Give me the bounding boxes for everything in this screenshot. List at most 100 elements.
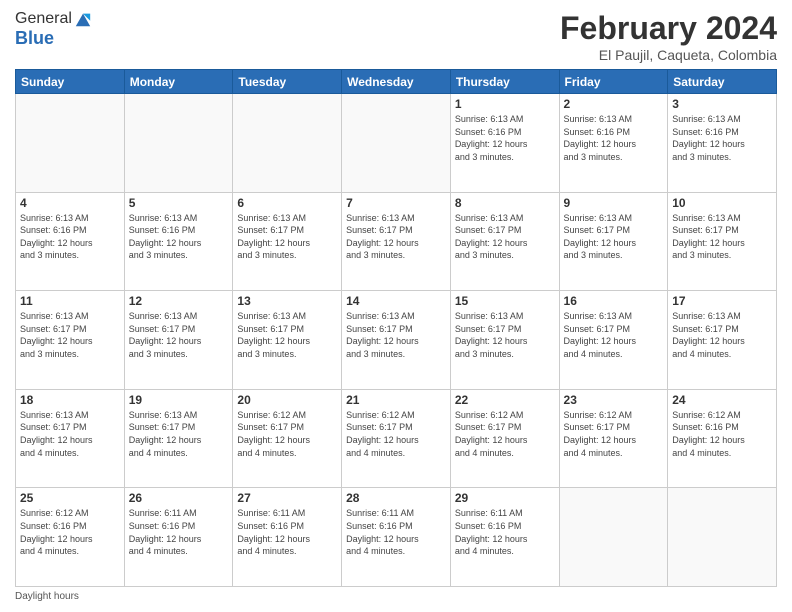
day-number: 7 — [346, 196, 446, 210]
calendar-header-row: SundayMondayTuesdayWednesdayThursdayFrid… — [16, 70, 777, 94]
calendar-cell — [16, 94, 125, 193]
calendar-table: SundayMondayTuesdayWednesdayThursdayFrid… — [15, 69, 777, 587]
day-info: Sunrise: 6:12 AM Sunset: 6:17 PM Dayligh… — [237, 409, 337, 459]
day-number: 15 — [455, 294, 555, 308]
calendar-day-header: Thursday — [450, 70, 559, 94]
calendar-cell: 13Sunrise: 6:13 AM Sunset: 6:17 PM Dayli… — [233, 291, 342, 390]
main-title: February 2024 — [560, 10, 777, 47]
day-number: 10 — [672, 196, 772, 210]
calendar-cell: 29Sunrise: 6:11 AM Sunset: 6:16 PM Dayli… — [450, 488, 559, 587]
day-number: 26 — [129, 491, 229, 505]
day-number: 8 — [455, 196, 555, 210]
calendar-week-row: 4 Sunrise: 6:13 AM Sunset: 6:16 PM Daylig… — [16, 192, 777, 291]
day-number: 5 — [129, 196, 229, 210]
day-info: Sunrise: 6:13 AM Sunset: 6:16 PM Dayligh… — [129, 212, 229, 262]
day-number: 28 — [346, 491, 446, 505]
logo-general-text: General — [15, 10, 72, 28]
calendar-cell: 16 Sunrise: 6:13 AM Sunset: 6:17 PM Dayli… — [559, 291, 668, 390]
calendar-cell: 4 Sunrise: 6:13 AM Sunset: 6:16 PM Daylig… — [16, 192, 125, 291]
calendar-cell: 21Sunrise: 6:12 AM Sunset: 6:17 PM Dayli… — [342, 389, 451, 488]
calendar-cell: 15 Sunrise: 6:13 AM Sunset: 6:17 PM Dayli… — [450, 291, 559, 390]
calendar-day-header: Tuesday — [233, 70, 342, 94]
day-info: Sunrise: 6:13 AM Sunset: 6:16 PM Dayligh… — [20, 212, 120, 262]
day-info: Sunrise: 6:12 AM Sunset: 6:16 PM Dayligh… — [672, 409, 772, 459]
title-block: February 2024 El Paujil, Caqueta, Colomb… — [560, 10, 777, 63]
calendar-cell: 7 Sunrise: 6:13 AM Sunset: 6:17 PM Daylig… — [342, 192, 451, 291]
day-info: Sunrise: 6:13 AM Sunset: 6:17 PM Dayligh… — [346, 212, 446, 262]
day-number: 11 — [20, 294, 120, 308]
day-number: 22 — [455, 393, 555, 407]
calendar-cell: 12 Sunrise: 6:13 AM Sunset: 6:17 PM Dayli… — [124, 291, 233, 390]
day-number: 18 — [20, 393, 120, 407]
calendar-day-header: Saturday — [668, 70, 777, 94]
page: General Blue February 2024 El Paujil, Ca… — [0, 0, 792, 612]
day-info: Sunrise: 6:11 AM Sunset: 6:16 PM Dayligh… — [129, 507, 229, 557]
calendar-cell — [668, 488, 777, 587]
day-number: 25 — [20, 491, 120, 505]
day-number: 23 — [564, 393, 664, 407]
day-number: 16 — [564, 294, 664, 308]
calendar-day-header: Wednesday — [342, 70, 451, 94]
calendar-day-header: Monday — [124, 70, 233, 94]
day-info: Sunrise: 6:13 AM Sunset: 6:17 PM Dayligh… — [672, 212, 772, 262]
day-number: 19 — [129, 393, 229, 407]
calendar-day-header: Sunday — [16, 70, 125, 94]
day-info: Sunrise: 6:13 AM Sunset: 6:17 PM Dayligh… — [20, 310, 120, 360]
calendar-cell — [124, 94, 233, 193]
day-number: 9 — [564, 196, 664, 210]
logo: General Blue — [15, 10, 92, 49]
day-info: Sunrise: 6:13 AM Sunset: 6:17 PM Dayligh… — [455, 212, 555, 262]
calendar-cell: 3Sunrise: 6:13 AM Sunset: 6:16 PM Daylig… — [668, 94, 777, 193]
day-number: 14 — [346, 294, 446, 308]
day-number: 24 — [672, 393, 772, 407]
day-number: 2 — [564, 97, 664, 111]
calendar-cell: 11 Sunrise: 6:13 AM Sunset: 6:17 PM Dayli… — [16, 291, 125, 390]
calendar-cell: 18 Sunrise: 6:13 AM Sunset: 6:17 PM Dayli… — [16, 389, 125, 488]
subtitle: El Paujil, Caqueta, Colombia — [560, 47, 777, 63]
calendar-day-header: Friday — [559, 70, 668, 94]
calendar-cell: 23 Sunrise: 6:12 AM Sunset: 6:17 PM Dayli… — [559, 389, 668, 488]
calendar-cell: 22 Sunrise: 6:12 AM Sunset: 6:17 PM Dayli… — [450, 389, 559, 488]
day-info: Sunrise: 6:13 AM Sunset: 6:17 PM Dayligh… — [564, 212, 664, 262]
day-number: 6 — [237, 196, 337, 210]
calendar-week-row: 25 Sunrise: 6:12 AM Sunset: 6:16 PM Dayli… — [16, 488, 777, 587]
calendar-cell: 14Sunrise: 6:13 AM Sunset: 6:17 PM Dayli… — [342, 291, 451, 390]
day-info: Sunrise: 6:13 AM Sunset: 6:17 PM Dayligh… — [237, 212, 337, 262]
day-info: Sunrise: 6:13 AM Sunset: 6:17 PM Dayligh… — [455, 310, 555, 360]
calendar-cell — [233, 94, 342, 193]
calendar-cell: 17 Sunrise: 6:13 AM Sunset: 6:17 PM Dayli… — [668, 291, 777, 390]
calendar-cell: 24 Sunrise: 6:12 AM Sunset: 6:16 PM Dayli… — [668, 389, 777, 488]
day-number: 27 — [237, 491, 337, 505]
day-number: 12 — [129, 294, 229, 308]
calendar-cell — [559, 488, 668, 587]
calendar-cell: 19 Sunrise: 6:13 AM Sunset: 6:17 PM Dayli… — [124, 389, 233, 488]
day-number: 17 — [672, 294, 772, 308]
calendar-week-row: 11 Sunrise: 6:13 AM Sunset: 6:17 PM Dayli… — [16, 291, 777, 390]
calendar-cell: 25 Sunrise: 6:12 AM Sunset: 6:16 PM Dayli… — [16, 488, 125, 587]
calendar-week-row: 18 Sunrise: 6:13 AM Sunset: 6:17 PM Dayli… — [16, 389, 777, 488]
logo-blue-text: Blue — [15, 28, 54, 49]
calendar-cell: 9 Sunrise: 6:13 AM Sunset: 6:17 PM Daylig… — [559, 192, 668, 291]
day-info: Sunrise: 6:12 AM Sunset: 6:17 PM Dayligh… — [564, 409, 664, 459]
calendar-cell: 8 Sunrise: 6:13 AM Sunset: 6:17 PM Daylig… — [450, 192, 559, 291]
day-number: 13 — [237, 294, 337, 308]
calendar-cell: 1Sunrise: 6:13 AM Sunset: 6:16 PM Daylig… — [450, 94, 559, 193]
day-info: Sunrise: 6:12 AM Sunset: 6:17 PM Dayligh… — [455, 409, 555, 459]
day-number: 4 — [20, 196, 120, 210]
day-info: Sunrise: 6:12 AM Sunset: 6:16 PM Dayligh… — [20, 507, 120, 557]
day-info: Sunrise: 6:13 AM Sunset: 6:17 PM Dayligh… — [672, 310, 772, 360]
calendar-cell: 2 Sunrise: 6:13 AM Sunset: 6:16 PM Daylig… — [559, 94, 668, 193]
calendar-cell: 27Sunrise: 6:11 AM Sunset: 6:16 PM Dayli… — [233, 488, 342, 587]
day-info: Sunrise: 6:13 AM Sunset: 6:16 PM Dayligh… — [564, 113, 664, 163]
day-info: Sunrise: 6:13 AM Sunset: 6:16 PM Dayligh… — [672, 113, 772, 163]
day-info: Sunrise: 6:13 AM Sunset: 6:17 PM Dayligh… — [129, 310, 229, 360]
header: General Blue February 2024 El Paujil, Ca… — [15, 10, 777, 63]
calendar-week-row: 1Sunrise: 6:13 AM Sunset: 6:16 PM Daylig… — [16, 94, 777, 193]
calendar-cell: 6 Sunrise: 6:13 AM Sunset: 6:17 PM Daylig… — [233, 192, 342, 291]
calendar-cell: 28Sunrise: 6:11 AM Sunset: 6:16 PM Dayli… — [342, 488, 451, 587]
day-info: Sunrise: 6:13 AM Sunset: 6:17 PM Dayligh… — [20, 409, 120, 459]
day-info: Sunrise: 6:13 AM Sunset: 6:17 PM Dayligh… — [564, 310, 664, 360]
day-number: 20 — [237, 393, 337, 407]
day-number: 21 — [346, 393, 446, 407]
day-info: Sunrise: 6:13 AM Sunset: 6:17 PM Dayligh… — [129, 409, 229, 459]
